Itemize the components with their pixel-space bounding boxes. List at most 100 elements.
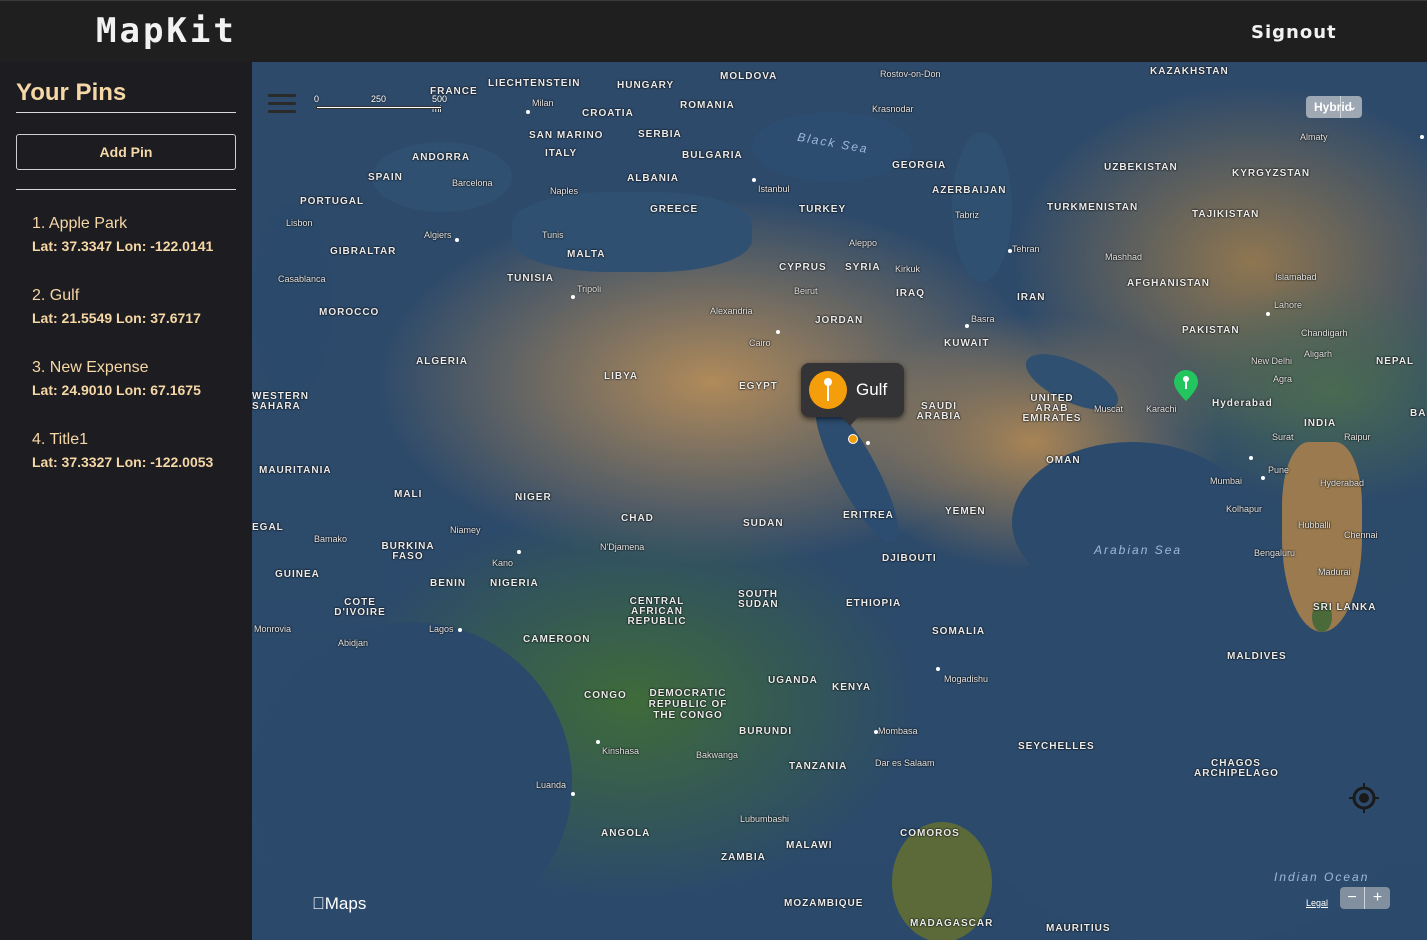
map-label: New Delhi xyxy=(1251,356,1293,366)
map-label: DEMOCRATIC REPUBLIC OF THE CONGO xyxy=(648,688,728,721)
title-divider xyxy=(16,112,236,113)
map-label: YEMEN xyxy=(945,506,986,517)
map-label: MADAGASCAR xyxy=(910,918,994,929)
map-label: SPAIN xyxy=(368,172,403,183)
sidebar-title: Your Pins xyxy=(16,79,127,106)
map-label: LIBYA xyxy=(604,371,639,382)
city-dot xyxy=(517,550,521,554)
scale-bar: 0 250 500 mi xyxy=(314,94,447,114)
legal-link[interactable]: Legal xyxy=(1306,898,1328,908)
city-dot xyxy=(1249,456,1253,460)
list-divider xyxy=(16,189,236,190)
locate-me-icon[interactable] xyxy=(1348,782,1380,814)
city-dot xyxy=(965,324,969,328)
map-label: TUNISIA xyxy=(507,273,554,284)
scale-label-end: 500 mi xyxy=(432,94,448,114)
map-label: IRAN xyxy=(1017,292,1046,303)
map-label: Almaty xyxy=(1300,132,1328,142)
map-view[interactable]: 0 250 500 mi Hybrid ⌄ FRANCE LIECHTENSTE… xyxy=(252,62,1427,940)
map-label: Madurai xyxy=(1318,567,1351,577)
pin-list-item[interactable]: 3. New Expense Lat: 24.9010 Lon: 67.1675 xyxy=(32,358,242,430)
map-label: MOZAMBIQUE xyxy=(784,898,864,909)
brand-logo: MapKit xyxy=(96,11,237,51)
map-label: BURUNDI xyxy=(739,726,793,737)
map-label: GIBRALTAR xyxy=(330,246,397,257)
map-label: Hyderabad xyxy=(1212,398,1273,409)
map-label: MALI xyxy=(394,489,423,500)
maps-attribution: Maps xyxy=(312,894,366,914)
map-label: KAZAKHSTAN xyxy=(1150,66,1229,77)
pin-list-item[interactable]: 2. Gulf Lat: 21.5549 Lon: 37.6717 xyxy=(32,286,242,358)
map-label: UZBEKISTAN xyxy=(1104,162,1178,173)
pin-callout[interactable]: Gulf xyxy=(801,363,904,426)
map-label: KYRGYZSTAN xyxy=(1232,168,1311,179)
map-label: GEORGIA xyxy=(892,160,947,171)
map-label: Lubumbashi xyxy=(740,814,790,824)
map-label: DJIBOUTI xyxy=(882,553,937,564)
map-label: KUWAIT xyxy=(944,338,990,349)
map-label: JORDAN xyxy=(815,315,864,326)
map-label: Casablanca xyxy=(278,274,326,284)
map-label: ITALY xyxy=(545,148,578,159)
map-label: Alexandria xyxy=(710,306,753,316)
map-label: Agra xyxy=(1273,374,1293,384)
city-dot xyxy=(752,178,756,182)
map-label: ALGERIA xyxy=(416,356,468,367)
map-label: Naples xyxy=(550,186,579,196)
map-label: Kinshasa xyxy=(602,746,640,756)
map-label: CENTRAL AFRICAN REPUBLIC xyxy=(627,596,687,627)
map-label: GREECE xyxy=(650,204,699,215)
map-label: SUDAN xyxy=(743,518,784,529)
map-label: GUINEA xyxy=(275,569,320,580)
map-label: Rostov-on-Don xyxy=(880,69,941,79)
city-dot xyxy=(458,628,462,632)
scale-label-mid: 250 xyxy=(371,94,387,104)
add-pin-button[interactable]: Add Pin xyxy=(16,134,236,170)
signout-button[interactable]: Signout xyxy=(1251,22,1337,43)
map-label: Beirut xyxy=(794,286,818,296)
map-label: PORTUGAL xyxy=(300,196,365,207)
map-label: SAN MARINO xyxy=(529,130,604,141)
map-label: Indian Ocean xyxy=(1274,870,1370,884)
map-label: SERBIA xyxy=(638,129,682,140)
map-label: Chandigarh xyxy=(1301,328,1348,338)
map-label: IRAQ xyxy=(896,288,925,299)
map-label: ETHIOPIA xyxy=(846,598,902,609)
sidebar: Your Pins Add Pin 1. Apple Park Lat: 37.… xyxy=(0,62,252,940)
map-label: Cairo xyxy=(749,338,771,348)
map-label: Pune xyxy=(1268,465,1290,475)
map-label: Milan xyxy=(532,98,554,108)
top-bar: MapKit Signout xyxy=(0,0,1427,62)
map-label: KENYA xyxy=(832,682,872,693)
map-pin-marker[interactable] xyxy=(1172,368,1200,402)
selected-pin-marker[interactable] xyxy=(848,434,858,444)
city-dot xyxy=(571,792,575,796)
pin-list-item[interactable]: 4. Title1 Lat: 37.3327 Lon: -122.0053 xyxy=(32,430,242,502)
map-label: MAURITIUS xyxy=(1046,923,1111,934)
map-label: Mombasa xyxy=(878,726,918,736)
map-label: HUNGARY xyxy=(617,80,675,91)
hamburger-menu-icon[interactable] xyxy=(268,94,296,114)
map-type-select[interactable]: Hybrid ⌄ xyxy=(1306,96,1362,118)
map-label: Monrovia xyxy=(254,624,292,634)
callout-title: Gulf xyxy=(856,380,888,399)
map-label: Kolhapur xyxy=(1226,504,1263,514)
apple-logo-icon:  xyxy=(312,894,325,913)
map-label: Mogadishu xyxy=(944,674,989,684)
map-label: Aleppo xyxy=(849,238,878,248)
pin-list-item[interactable]: 1. Apple Park Lat: 37.3347 Lon: -122.014… xyxy=(32,214,242,286)
map-label: ERITREA xyxy=(843,510,894,521)
map-label: Krasnodar xyxy=(872,104,914,114)
map-label: TAJIKISTAN xyxy=(1192,209,1260,220)
arabian-sea xyxy=(1012,442,1252,602)
gulf-of-guinea xyxy=(252,622,572,940)
pin-name: 4. Title1 xyxy=(32,431,89,448)
map-label: CHAGOS ARCHIPELAGO xyxy=(1194,758,1279,779)
map-label: NIGERIA xyxy=(490,578,539,589)
pin-coordinates: Lat: 24.9010 Lon: 67.1675 xyxy=(32,382,201,398)
map-label: ANGOLA xyxy=(601,828,651,839)
zoom-out-button[interactable]: − xyxy=(1340,887,1365,909)
zoom-in-button[interactable]: + xyxy=(1365,887,1390,909)
city-dot xyxy=(1008,249,1012,253)
map-label: EGYPT xyxy=(739,381,778,392)
